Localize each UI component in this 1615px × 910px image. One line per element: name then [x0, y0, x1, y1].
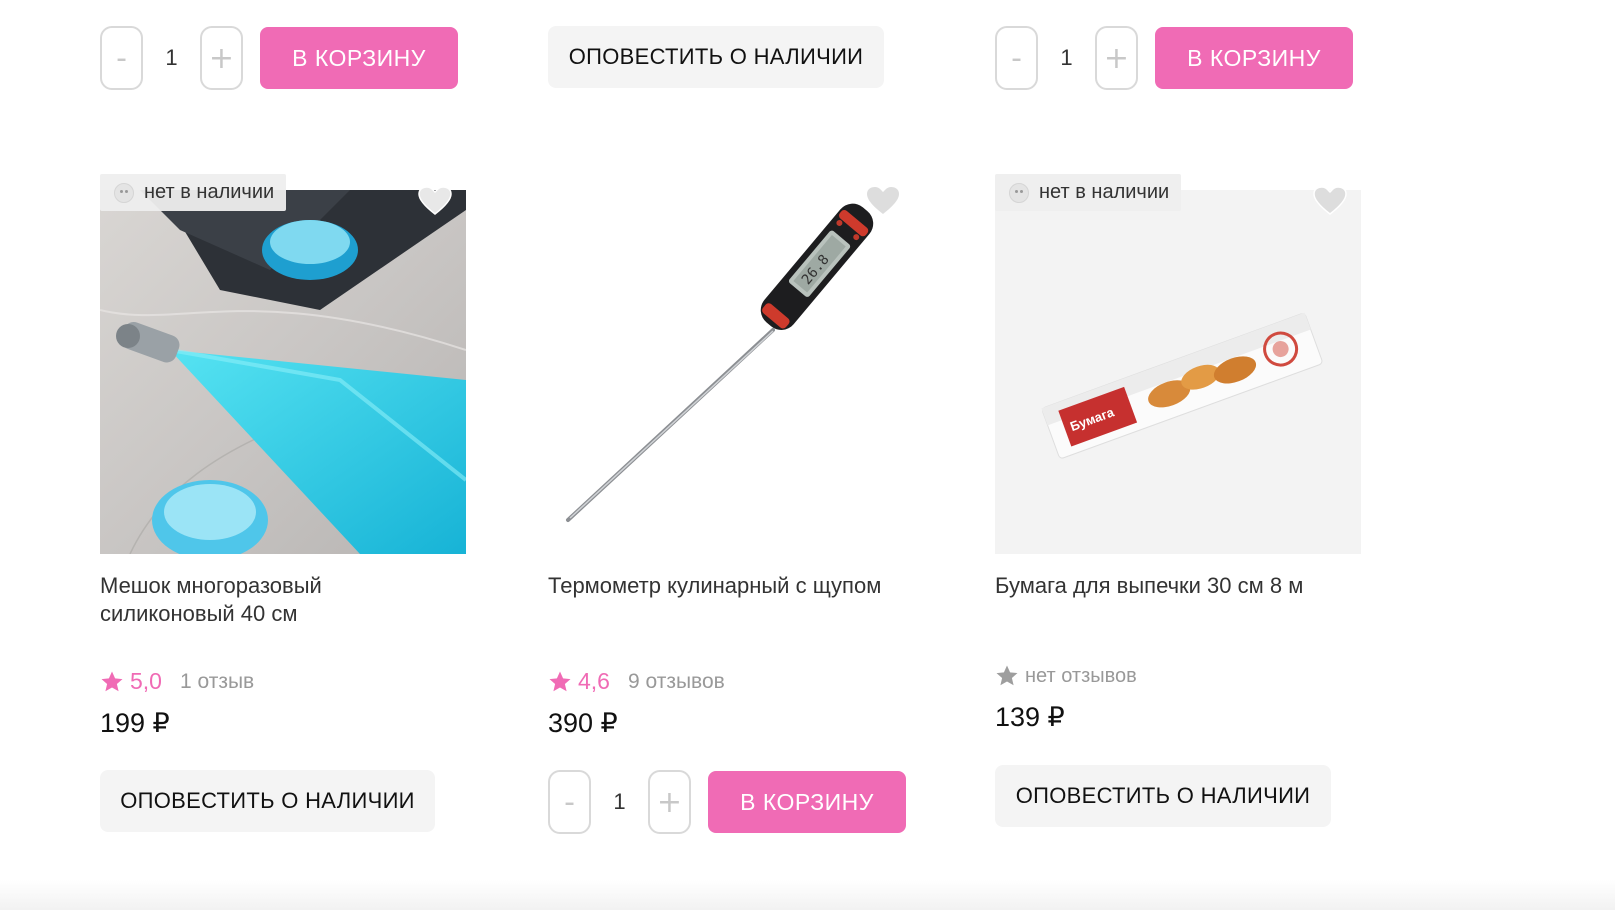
qty-value: 1: [165, 45, 178, 70]
product-title[interactable]: Термометр кулинарный с щупом: [548, 572, 888, 600]
product-rating: 4,6 9 отзывов: [548, 668, 725, 695]
add-to-cart-button[interactable]: В КОРЗИНУ: [708, 771, 906, 833]
product-card[interactable]: Бумага нет в наличии Бумага для выпечки …: [995, 174, 1361, 840]
product-card[interactable]: 26.8 Термометр кулинарный с щупом 4,6 9 …: [548, 180, 914, 840]
quantity-stepper: - 1 + В КОРЗИНУ: [548, 770, 906, 834]
sad-face-icon: [114, 182, 134, 203]
product-card[interactable]: нет в наличии Мешок многоразовый силикон…: [100, 174, 466, 840]
badge-label: нет в наличии: [1039, 181, 1170, 203]
product-grid-page: - 1 + В КОРЗИНУ ОПОВЕСТИТЬ О НАЛИЧИИ - 1…: [0, 0, 1615, 910]
piping-bag-photo: [100, 190, 466, 554]
product-title[interactable]: Мешок многоразовый силиконовый 40 см: [100, 572, 440, 628]
favorite-heart-icon[interactable]: [866, 186, 900, 216]
page-bottom-fade: [0, 880, 1615, 910]
product-rating: 5,0 1 отзыв: [100, 668, 254, 695]
star-icon: [549, 671, 571, 691]
product-title[interactable]: Бумага для выпечки 30 см 8 м: [995, 572, 1335, 600]
favorite-heart-icon[interactable]: [418, 186, 452, 216]
decrease-qty-button[interactable]: -: [995, 26, 1038, 90]
decrease-qty-button[interactable]: -: [548, 770, 591, 834]
favorite-heart-icon[interactable]: [1313, 186, 1347, 216]
col2-actions: ОПОВЕСТИТЬ О НАЛИЧИИ: [548, 26, 914, 88]
product-price: 199 ₽: [100, 708, 170, 738]
product-image[interactable]: Бумага: [995, 190, 1361, 554]
quantity-stepper: - 1 + В КОРЗИНУ: [100, 26, 458, 90]
card-actions: ОПОВЕСТИТЬ О НАЛИЧИИ: [100, 770, 435, 832]
rating-score: 5,0: [130, 668, 162, 694]
product-price: 139 ₽: [995, 702, 1065, 732]
qty-value: 1: [1060, 45, 1073, 70]
baking-paper-photo: Бумага: [995, 190, 1361, 554]
out-of-stock-badge: нет в наличии: [100, 174, 287, 211]
notify-availability-button[interactable]: ОПОВЕСТИТЬ О НАЛИЧИИ: [100, 770, 435, 832]
increase-qty-button[interactable]: +: [1095, 26, 1138, 90]
decrease-qty-button[interactable]: -: [100, 26, 143, 90]
reviews-count[interactable]: 9 отзывов: [628, 670, 725, 694]
product-price: 390 ₽: [548, 708, 618, 738]
reviews-count: нет отзывов: [1025, 664, 1137, 687]
badge-label: нет в наличии: [144, 181, 275, 203]
previous-row-actions: - 1 + В КОРЗИНУ ОПОВЕСТИТЬ О НАЛИЧИИ - 1…: [0, 26, 1615, 90]
add-to-cart-button[interactable]: В КОРЗИНУ: [1155, 27, 1353, 89]
star-icon: [996, 665, 1018, 686]
notify-availability-button[interactable]: ОПОВЕСТИТЬ О НАЛИЧИИ: [548, 26, 884, 88]
card-actions: ОПОВЕСТИТЬ О НАЛИЧИИ: [995, 765, 1331, 827]
product-image[interactable]: 26.8: [548, 190, 914, 554]
reviews-count[interactable]: 1 отзыв: [180, 670, 254, 694]
quantity-stepper: - 1 + В КОРЗИНУ: [995, 26, 1353, 90]
star-icon: [101, 671, 123, 691]
increase-qty-button[interactable]: +: [648, 770, 691, 834]
product-rating: нет отзывов: [995, 664, 1137, 688]
qty-value: 1: [613, 789, 626, 814]
notify-availability-button[interactable]: ОПОВЕСТИТЬ О НАЛИЧИИ: [995, 765, 1331, 827]
add-to-cart-button[interactable]: В КОРЗИНУ: [260, 27, 458, 89]
increase-qty-button[interactable]: +: [200, 26, 243, 90]
rating-score: 4,6: [578, 668, 610, 694]
sad-face-icon: [1009, 182, 1029, 203]
product-image[interactable]: [100, 190, 466, 554]
thermometer-photo: 26.8: [548, 190, 914, 554]
out-of-stock-badge: нет в наличии: [995, 174, 1182, 211]
